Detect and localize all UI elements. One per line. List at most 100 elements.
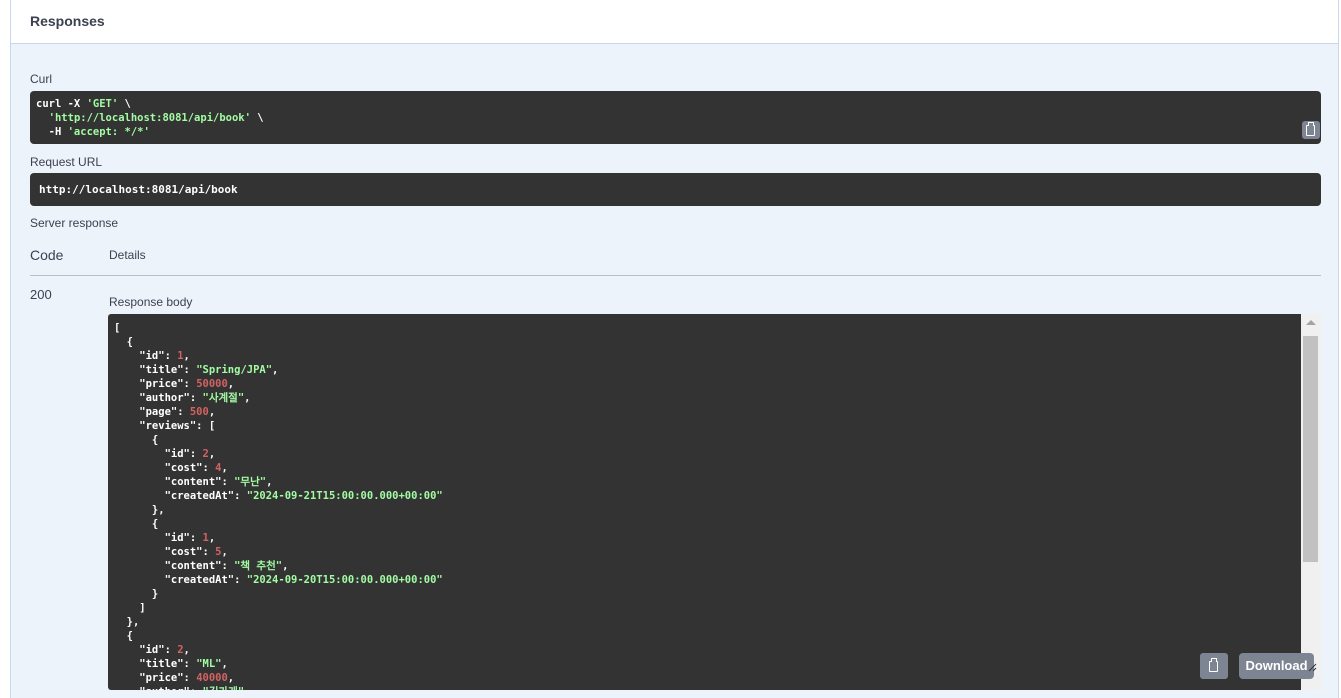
response-body-block[interactable]: [ { "id": 1, "title": "Spring/JPA", "pri… [108, 314, 1321, 690]
json-string-token: "길가게" [203, 686, 245, 690]
response-body-json: [ { "id": 1, "title": "Spring/JPA", "pri… [114, 321, 443, 690]
json-token: ] [114, 602, 146, 614]
curl-string-token: 'http://localhost:8081/api/book' [48, 112, 251, 124]
response-status-code: 200 [30, 287, 52, 302]
json-token: "title": [114, 364, 197, 376]
json-token: "id": [114, 350, 178, 362]
responses-header: Responses [11, 0, 1338, 44]
json-token: { [114, 336, 133, 348]
json-token: "id": [114, 644, 178, 656]
request-url-value: http://localhost:8081/api/book [39, 183, 238, 196]
json-string-token: "Spring/JPA" [196, 364, 273, 376]
curl-line: 'http://localhost:8081/api/book' \ [48, 112, 264, 124]
responses-panel: Responses Curl curl -X 'GET' \ 'http://l… [10, 0, 1339, 698]
details-column-header: Details [109, 248, 146, 262]
curl-string-token: 'accept: */*' [67, 126, 150, 138]
json-token: "reviews": [ [114, 420, 216, 432]
json-token: "id": [114, 448, 203, 460]
json-line: "author": "길가게", [114, 686, 250, 690]
scroll-up-arrow-icon[interactable] [1306, 320, 1316, 325]
json-token: "title": [114, 658, 197, 670]
curl-line: -H 'accept: */*' [36, 126, 150, 138]
resize-handle-icon[interactable] [1307, 662, 1317, 672]
json-token: { [114, 518, 159, 530]
json-token: "cost": [114, 462, 216, 474]
responses-title: Responses [30, 13, 105, 29]
json-line: "cost": 5, [114, 546, 228, 558]
header-divider [30, 275, 1321, 276]
json-token: { [114, 434, 159, 446]
json-token: "createdAt": [114, 490, 247, 502]
json-line: "page": 500, [114, 406, 215, 418]
json-token: [ [114, 322, 121, 334]
json-token: "price": [114, 378, 197, 390]
json-line: "id": 2, [114, 448, 216, 460]
request-url-label: Request URL [30, 155, 103, 169]
copy-curl-button[interactable] [1302, 121, 1320, 139]
json-line: { [114, 518, 158, 530]
json-token: , [244, 686, 250, 690]
curl-line: curl -X 'GET' \ [36, 98, 131, 110]
curl-label: Curl [30, 72, 53, 86]
json-token: "content": [114, 476, 235, 488]
json-token: , [208, 406, 216, 418]
json-string-token: "2024-09-21T15:00:00.000+00:00" [246, 490, 443, 502]
json-token: } [114, 588, 159, 600]
json-line: "id": 2, [114, 644, 190, 656]
json-line: }, [114, 616, 140, 628]
json-token: , [266, 476, 273, 488]
code-column-header: Code [30, 247, 64, 263]
json-line: "title": "ML", [114, 658, 228, 670]
json-number-token: 500 [189, 406, 209, 418]
json-line: ] [114, 602, 146, 614]
json-token: , [244, 392, 251, 404]
json-number-token: 50000 [196, 378, 228, 390]
json-line: "content": "책 추천", [114, 560, 289, 572]
json-line: "createdAt": "2024-09-20T15:00:00.000+00… [114, 574, 443, 586]
download-button[interactable]: Download [1239, 653, 1314, 679]
response-body-scrollbar[interactable] [1301, 314, 1321, 690]
json-line: "price": 50000, [114, 378, 234, 390]
json-line: { [114, 336, 133, 348]
json-line: "price": 40000, [114, 672, 234, 684]
json-string-token: "2024-09-20T15:00:00.000+00:00" [246, 574, 443, 586]
json-line: [ [114, 322, 120, 334]
json-line: "id": 1, [114, 350, 190, 362]
json-token: , [272, 364, 279, 376]
json-string-token: "책 추천" [234, 560, 283, 572]
json-line: { [114, 434, 158, 446]
json-token: , [221, 546, 228, 558]
json-token: , [208, 448, 216, 460]
copy-response-button[interactable] [1200, 653, 1228, 679]
json-token: "author": [114, 392, 203, 404]
json-token: "content": [114, 560, 235, 572]
json-token: { [114, 630, 133, 642]
request-url-block[interactable]: http://localhost:8081/api/book [30, 173, 1321, 206]
json-token: "author": [114, 686, 203, 690]
json-token: }, [114, 616, 140, 628]
server-response-label: Server response [30, 216, 119, 230]
json-line: "id": 1, [114, 532, 216, 544]
json-token: "page": [114, 406, 190, 418]
json-line: "author": "사계절", [114, 392, 250, 404]
json-token: , [221, 462, 228, 474]
clipboard-copy-icon [1209, 658, 1218, 672]
json-string-token: "사계절" [202, 392, 245, 404]
json-line: "createdAt": "2024-09-21T15:00:00.000+00… [114, 490, 443, 502]
json-token: , [227, 378, 235, 390]
json-line: "reviews": [ [114, 420, 215, 432]
json-token: , [183, 350, 190, 362]
json-string-token: "ML" [196, 658, 222, 670]
json-line: "content": "무난", [114, 476, 273, 488]
curl-command: curl -X 'GET' \ 'http://localhost:8081/a… [36, 97, 264, 139]
json-token: , [282, 560, 289, 572]
json-token: "createdAt": [114, 574, 247, 586]
json-line: }, [114, 504, 165, 516]
clipboard-copy-icon [1306, 122, 1315, 136]
json-number-token: 40000 [196, 672, 228, 684]
json-token: , [183, 644, 190, 656]
scroll-thumb[interactable] [1303, 336, 1318, 562]
json-token: , [227, 672, 235, 684]
response-body-label: Response body [109, 295, 193, 309]
curl-block[interactable]: curl -X 'GET' \ 'http://localhost:8081/a… [30, 91, 1321, 144]
